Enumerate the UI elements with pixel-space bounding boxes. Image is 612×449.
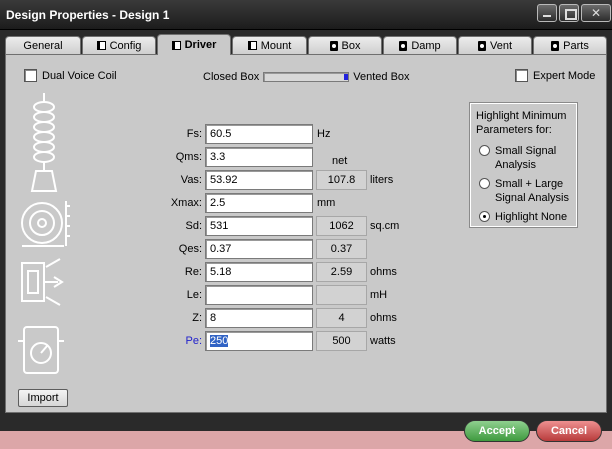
z-label: Z:: [192, 312, 202, 324]
tab-label: Parts: [563, 39, 589, 52]
maximize-button[interactable]: [559, 4, 579, 22]
z-derived: 4: [316, 308, 367, 328]
dual-voice-coil-checkbox[interactable]: Dual Voice Coil: [24, 69, 117, 82]
box-type-slider-row: Closed Box Vented Box: [203, 71, 410, 83]
sd-unit: sq.cm: [370, 220, 400, 232]
fs-label: Fs:: [186, 128, 202, 140]
z-input[interactable]: 8: [205, 308, 313, 328]
highlight-title: Highlight Minimum Parameters for:: [476, 110, 567, 136]
le-unit: mH: [370, 289, 388, 301]
highlight-group: Highlight Minimum Parameters for: Small …: [470, 103, 577, 227]
radio-button[interactable]: [479, 145, 490, 156]
box-type-slider[interactable]: [263, 72, 350, 82]
checkbox-label: Expert Mode: [533, 69, 596, 82]
voice-coil-icon: [30, 93, 58, 192]
le-label: Le:: [186, 289, 202, 301]
box-icon: [329, 40, 338, 51]
pe-derived: 500: [316, 331, 367, 351]
vas-unit: liters: [370, 174, 394, 186]
tab-vent[interactable]: Vent: [458, 36, 532, 54]
slider-thumb[interactable]: [344, 74, 349, 80]
qes-derived: 0.37: [316, 239, 367, 259]
le-input[interactable]: [205, 285, 313, 305]
qes-label: Qes:: [178, 243, 202, 255]
radio-small-large-signal[interactable]: Small + Large Signal Analysis: [479, 177, 576, 205]
box-icon: [477, 40, 486, 51]
radio-label: Highlight None: [495, 211, 568, 223]
vas-derived: 107.8: [316, 170, 367, 190]
fs-unit: Hz: [317, 128, 331, 140]
cancel-button[interactable]: Cancel: [536, 420, 602, 442]
re-unit: ohms: [370, 266, 397, 278]
tab-label: Box: [341, 39, 361, 52]
driver-panel: Dual Voice Coil Closed Box Vented Box Ex…: [5, 54, 607, 413]
tab-label: Damp: [411, 39, 441, 52]
driver-illustrations: [18, 93, 70, 374]
re-label: Re:: [184, 266, 202, 278]
xmax-unit: mm: [317, 197, 336, 209]
radio-button[interactable]: [479, 178, 490, 189]
tab-mount[interactable]: Mount: [232, 36, 307, 54]
qes-input[interactable]: 0.37: [205, 239, 313, 259]
vas-label: Vas:: [180, 174, 202, 186]
tab-label: Mount: [260, 39, 292, 52]
close-button[interactable]: [581, 4, 611, 22]
tab-label: Config: [109, 39, 142, 52]
speaker-icon: [247, 41, 257, 50]
tab-driver[interactable]: Driver: [157, 34, 231, 55]
tab-label: Vent: [489, 39, 513, 52]
radio-highlight-none[interactable]: Highlight None: [479, 210, 567, 224]
vas-input[interactable]: 53.92: [205, 170, 313, 190]
sd-derived: 1062: [316, 216, 367, 236]
magnet-force-icon: [21, 258, 64, 306]
tab-box[interactable]: Box: [308, 36, 382, 54]
checkbox-box[interactable]: [24, 69, 37, 82]
vented-box-label: Vented Box: [353, 71, 410, 83]
re-derived: 2.59: [316, 262, 367, 282]
pe-unit: watts: [370, 335, 396, 347]
pe-selected-text[interactable]: 250: [210, 335, 229, 347]
speaker-icon: [96, 41, 106, 50]
pe-label: Pe:: [185, 335, 202, 347]
z-unit: ohms: [370, 312, 397, 324]
radio-label: Small + Large Signal Analysis: [495, 178, 569, 204]
tab-label: Driver: [184, 39, 217, 51]
radio-label: Small Signal Analysis: [495, 145, 557, 171]
tab-bar: General Config Driver Mount Box Damp Ven…: [5, 34, 607, 55]
pe-input[interactable]: 250: [205, 331, 313, 351]
fs-input[interactable]: 60.5: [205, 124, 313, 144]
tab-config[interactable]: Config: [82, 36, 156, 54]
tab-damp[interactable]: Damp: [383, 36, 457, 54]
expert-mode-checkbox[interactable]: Expert Mode: [515, 69, 595, 82]
qms-unit: net: [332, 155, 348, 167]
cone-disc-icon: [21, 201, 70, 247]
radio-button[interactable]: [479, 211, 490, 222]
power-meter-icon: [18, 326, 64, 374]
re-input[interactable]: 5.18: [205, 262, 313, 282]
sd-input[interactable]: 531: [205, 216, 313, 236]
box-icon: [399, 40, 408, 51]
radio-small-signal[interactable]: Small Signal Analysis: [479, 144, 576, 172]
xmax-input[interactable]: 2.5: [205, 193, 313, 213]
tab-parts[interactable]: Parts: [533, 36, 607, 54]
qms-label: Qms:: [175, 151, 202, 163]
closed-box-label: Closed Box: [203, 71, 260, 83]
title-bar: Design Properties - Design 1: [0, 0, 612, 30]
box-icon: [551, 40, 560, 51]
sd-label: Sd:: [185, 220, 202, 232]
tab-general[interactable]: General: [5, 36, 81, 54]
checkbox-label: Dual Voice Coil: [42, 69, 117, 82]
accept-button[interactable]: Accept: [464, 420, 530, 442]
qms-input[interactable]: 3.3: [205, 147, 313, 167]
minimize-button[interactable]: [537, 4, 557, 22]
window-title: Design Properties - Design 1: [6, 8, 170, 22]
speaker-icon: [171, 40, 181, 50]
import-button[interactable]: Import: [18, 389, 68, 407]
tab-label: General: [23, 39, 63, 52]
checkbox-box[interactable]: [515, 69, 528, 82]
le-derived: [316, 285, 367, 305]
xmax-label: Xmax:: [170, 197, 202, 209]
